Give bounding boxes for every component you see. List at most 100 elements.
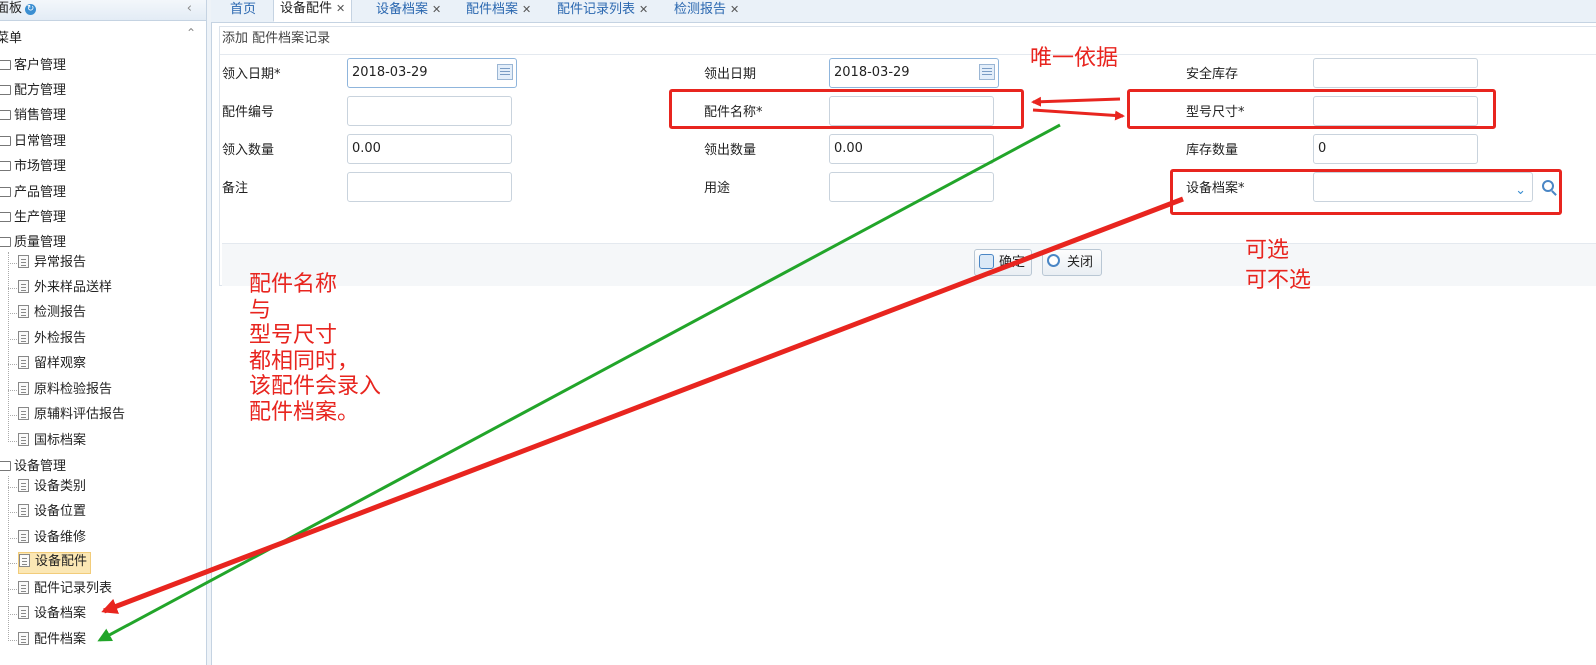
tab-label: 配件档案 bbox=[466, 2, 519, 17]
close-icon[interactable]: ✕ bbox=[336, 2, 345, 15]
tree-line bbox=[8, 252, 9, 442]
document-icon bbox=[18, 331, 29, 344]
menu-item-label: 设备档案 bbox=[34, 606, 87, 621]
menu-header[interactable]: 菜单 ⌃ bbox=[0, 24, 206, 46]
menu-item-equipment-category[interactable]: 设备类别 bbox=[18, 477, 89, 497]
close-icon[interactable]: ✕ bbox=[730, 3, 739, 16]
document-icon bbox=[18, 530, 29, 543]
folder-icon bbox=[0, 187, 11, 197]
form-title: 添加 配件档案记录 bbox=[220, 27, 1596, 55]
collapse-left-icon[interactable]: ‹ bbox=[187, 1, 192, 16]
tree-connector bbox=[8, 364, 17, 365]
remark-field[interactable] bbox=[347, 172, 512, 202]
tab-label: 设备配件 bbox=[280, 1, 333, 16]
close-icon[interactable]: ✕ bbox=[522, 3, 531, 16]
out-qty-field[interactable]: 0.00 bbox=[829, 134, 994, 164]
tree-connector bbox=[8, 563, 17, 564]
remark-label: 备注 bbox=[222, 181, 249, 196]
out-date-label: 领出日期 bbox=[704, 67, 757, 82]
tab-parts-file[interactable]: 配件档案 ✕ bbox=[466, 1, 531, 23]
menu-group-equipment[interactable]: 设备管理 bbox=[0, 456, 66, 478]
save-icon bbox=[979, 254, 994, 269]
calendar-icon[interactable] bbox=[497, 64, 513, 80]
tab-parts-record-list[interactable]: 配件记录列表 ✕ bbox=[557, 1, 648, 23]
tab-equipment-parts[interactable]: 设备配件 ✕ bbox=[273, 0, 353, 22]
tree-line bbox=[8, 476, 9, 641]
menu-group-label: 配方管理 bbox=[14, 83, 67, 98]
menu-item-equipment-location[interactable]: 设备位置 bbox=[18, 502, 89, 522]
menu-group-market[interactable]: 市场管理 bbox=[0, 156, 66, 178]
menu-group-sales[interactable]: 销售管理 bbox=[0, 105, 66, 127]
menu-item-material-evaluation[interactable]: 原辅料评估报告 bbox=[18, 405, 128, 425]
stock-qty-field[interactable]: 0 bbox=[1313, 134, 1478, 164]
menu-group-quality[interactable]: 质量管理 bbox=[0, 232, 66, 254]
tab-test-report[interactable]: 检测报告 ✕ bbox=[674, 1, 739, 23]
refresh-icon[interactable]: ↻ bbox=[25, 4, 37, 15]
out-date-field[interactable]: 2018-03-29 bbox=[829, 58, 999, 88]
tab-home[interactable]: 首页 bbox=[230, 1, 256, 23]
in-qty-label: 领入数量 bbox=[222, 143, 275, 158]
menu-item-equipment-file[interactable]: 设备档案 bbox=[18, 604, 89, 624]
menu-item-raw-material-report[interactable]: 原料检验报告 bbox=[18, 380, 115, 400]
menu-item-external-sample[interactable]: 外来样品送样 bbox=[18, 278, 115, 298]
menu-item-outside-inspection[interactable]: 外检报告 bbox=[18, 329, 89, 349]
usage-label: 用途 bbox=[704, 181, 731, 196]
menu-group-product[interactable]: 产品管理 bbox=[0, 182, 66, 204]
folder-icon bbox=[0, 212, 11, 222]
confirm-button[interactable]: 确定 bbox=[974, 249, 1032, 276]
tree-connector bbox=[8, 288, 17, 289]
menu-item-parts-file[interactable]: 配件档案 bbox=[18, 630, 89, 650]
document-icon bbox=[18, 382, 29, 395]
menu-item-parts-record-list[interactable]: 配件记录列表 bbox=[18, 579, 115, 599]
dashboard-header[interactable]: 面板↻ ‹ bbox=[0, 0, 206, 21]
in-date-field[interactable]: 2018-03-29 bbox=[347, 58, 517, 88]
menu-group-formula[interactable]: 配方管理 bbox=[0, 80, 66, 102]
menu-item-exception-report[interactable]: 异常报告 bbox=[18, 253, 89, 273]
menu-item-national-standard[interactable]: 国标档案 bbox=[18, 431, 89, 451]
menu-item-label: 外来样品送样 bbox=[34, 280, 113, 295]
safety-stock-field[interactable] bbox=[1313, 58, 1478, 88]
tree-connector bbox=[8, 390, 17, 391]
menu-group-production[interactable]: 生产管理 bbox=[0, 207, 66, 229]
menu-item-retained-sample[interactable]: 留样观察 bbox=[18, 354, 89, 374]
document-icon bbox=[18, 581, 29, 594]
menu-group-label: 市场管理 bbox=[14, 159, 67, 174]
in-qty-field[interactable]: 0.00 bbox=[347, 134, 512, 164]
close-icon[interactable]: ✕ bbox=[432, 3, 441, 16]
menu-group-customer[interactable]: 客户管理 bbox=[0, 55, 66, 77]
menu-item-test-report[interactable]: 检测报告 bbox=[18, 303, 89, 323]
dashboard-label: 面板 bbox=[0, 1, 23, 16]
menu-group-label: 日常管理 bbox=[14, 134, 67, 149]
usage-field[interactable] bbox=[829, 172, 994, 202]
document-icon bbox=[18, 280, 29, 293]
tab-label: 设备档案 bbox=[376, 2, 429, 17]
layout-splitter[interactable] bbox=[207, 0, 212, 665]
tab-equipment-file[interactable]: 设备档案 ✕ bbox=[376, 1, 441, 23]
annotation-box-equipment-file bbox=[1170, 169, 1562, 215]
tree-connector bbox=[8, 487, 17, 488]
form-panel: 添加 配件档案记录 领入日期* 2018-03-29 领出日期 2018-03-… bbox=[219, 26, 1596, 286]
document-icon bbox=[18, 433, 29, 446]
close-button[interactable]: 关闭 bbox=[1042, 249, 1102, 276]
menu-item-equipment-repair[interactable]: 设备维修 bbox=[18, 528, 89, 548]
document-icon bbox=[19, 554, 30, 567]
calendar-icon[interactable] bbox=[979, 64, 995, 80]
chevron-up-icon[interactable]: ⌃ bbox=[186, 26, 196, 40]
menu-item-label: 外检报告 bbox=[34, 331, 87, 346]
confirm-label: 确定 bbox=[999, 255, 1026, 270]
menu-item-label: 设备维修 bbox=[34, 530, 87, 545]
menu-item-equipment-parts[interactable]: 设备配件 bbox=[18, 552, 92, 574]
button-bar: 确定 关闭 bbox=[222, 243, 1596, 286]
menu-item-label: 配件档案 bbox=[34, 632, 87, 647]
part-no-field[interactable] bbox=[347, 96, 512, 126]
menu-group-daily[interactable]: 日常管理 bbox=[0, 131, 66, 153]
menu-item-label: 检测报告 bbox=[34, 305, 87, 320]
annotation-note: 配件名称 与 型号尺寸 都相同时， 该配件会录入 配件档案。 bbox=[249, 272, 382, 425]
tree-connector bbox=[8, 640, 17, 641]
in-date-value: 2018-03-29 bbox=[352, 65, 428, 80]
search-icon bbox=[1047, 254, 1060, 267]
close-icon[interactable]: ✕ bbox=[639, 3, 648, 16]
annotation-unique-basis: 唯一依据 bbox=[1030, 46, 1119, 71]
menu-group-label: 生产管理 bbox=[14, 210, 67, 225]
stock-qty-label: 库存数量 bbox=[1186, 143, 1239, 158]
